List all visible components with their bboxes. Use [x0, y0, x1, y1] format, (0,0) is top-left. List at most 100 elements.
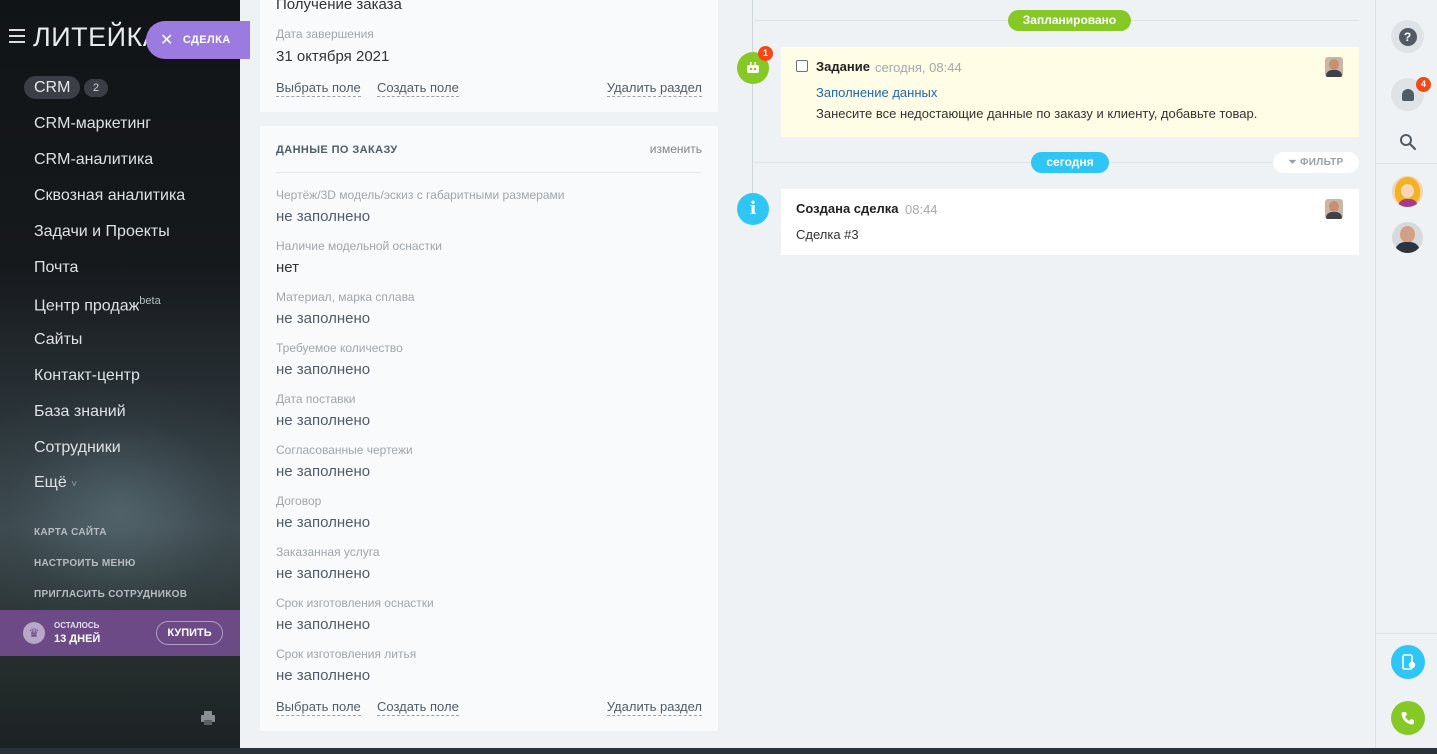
crm-counter-badge: 2: [84, 79, 108, 97]
choose-field-link[interactable]: Выбрать поле: [276, 80, 361, 97]
menu-burger-icon[interactable]: [9, 29, 25, 43]
right-sidebar: [1375, 0, 1437, 748]
company-logo[interactable]: ЛИТЕЙКА: [33, 22, 161, 53]
close-icon: ✕: [160, 32, 174, 49]
avatar[interactable]: [1392, 176, 1423, 207]
field-label: Заказанная услуга: [276, 545, 380, 559]
field-label: Дата завершения: [276, 27, 374, 41]
field-value[interactable]: не заполнено: [276, 616, 370, 633]
divider: [276, 172, 702, 173]
sidebar-item-contact-center[interactable]: Контакт-центр: [34, 367, 140, 385]
open-lines-button[interactable]: [1391, 645, 1425, 679]
task-title: Задание: [816, 59, 870, 74]
task-complete-checkbox[interactable]: [796, 60, 808, 72]
bottom-edge: [0, 748, 1437, 754]
chevron-down-icon: ˅: [71, 479, 78, 490]
edit-section-link[interactable]: изменить: [650, 142, 702, 156]
sidebar-item-sales-center[interactable]: Центр продажbeta: [34, 295, 161, 315]
sidebar-item-crm[interactable]: CRM: [24, 76, 81, 99]
planned-section-badge: Запланировано: [1008, 10, 1131, 31]
sidebar-item-end-to-end-analytics[interactable]: Сквозная аналитика: [34, 187, 185, 205]
field-label: Требуемое количество: [276, 341, 403, 355]
field-label: Дата поставки: [276, 392, 356, 406]
deal-detail-area: Получение заказа Дата завершения 31 октя…: [240, 0, 1375, 748]
field-value[interactable]: 31 октября 2021: [276, 48, 389, 65]
field-value[interactable]: не заполнено: [276, 514, 370, 531]
sidebar-item-mail[interactable]: Почта: [34, 259, 78, 277]
today-section-badge: сегодня: [1031, 152, 1109, 173]
field-label: Договор: [276, 494, 322, 508]
field-value[interactable]: не заполнено: [276, 310, 370, 327]
help-button[interactable]: ?: [1391, 20, 1424, 53]
close-deal-button[interactable]: ✕ СДЕЛКА: [146, 21, 250, 59]
sidebar-item-crm-analytics[interactable]: CRM-аналитика: [34, 151, 153, 169]
field-value[interactable]: не заполнено: [276, 565, 370, 582]
notifications-counter: 4: [1416, 77, 1431, 92]
trial-banner: ♛ ОСТАЛОСЬ 13 ДНЕЙ КУПИТЬ: [0, 610, 240, 656]
event-subtitle: Сделка #3: [796, 227, 859, 242]
field-label: Чертёж/3D модель/эскиз с габаритными раз…: [276, 188, 565, 202]
deal-created-card: Создана сделка 08:44 Сделка #3: [781, 189, 1359, 255]
sidebar-item-tasks[interactable]: Задачи и Проекты: [34, 223, 170, 241]
phone-icon: [1401, 712, 1414, 725]
section-card-top: Получение заказа Дата завершения 31 октя…: [260, 0, 718, 112]
sidebar-item-label: Центр продаж: [34, 297, 140, 315]
info-icon: i: [737, 193, 769, 225]
sidebar-item-sites[interactable]: Сайты: [34, 331, 82, 349]
timeline-line: [752, 0, 753, 215]
printer-icon[interactable]: [200, 710, 216, 726]
left-sidebar: ЛИТЕЙКА CRM 2 CRM-маркетинг CRM-аналитик…: [0, 0, 240, 754]
sidebar-item-label: Ещё: [34, 474, 67, 491]
crown-icon: ♛: [23, 622, 45, 644]
trial-days-left: 13 ДНЕЙ: [54, 633, 101, 645]
field-label: Материал, марка сплава: [276, 290, 415, 304]
buy-button[interactable]: КУПИТЬ: [156, 621, 223, 645]
call-button[interactable]: [1391, 701, 1425, 735]
field-value[interactable]: не заполнено: [276, 412, 370, 429]
field-label: Наличие модельной оснастки: [276, 239, 442, 253]
sidebar-item-employees[interactable]: Сотрудники: [34, 439, 121, 457]
sidebar-item-crm-marketing[interactable]: CRM-маркетинг: [34, 115, 151, 133]
create-field-link[interactable]: Создать поле: [377, 80, 459, 97]
task-card: Задание сегодня, 08:44 Заполнение данных…: [781, 47, 1359, 137]
avatar[interactable]: [1392, 222, 1423, 253]
event-title: Создана сделка: [796, 201, 899, 216]
field-value: Получение заказа: [276, 0, 402, 13]
field-value[interactable]: не заполнено: [276, 361, 370, 378]
divider: [1375, 163, 1437, 164]
field-label: Срок изготовления оснастки: [276, 596, 434, 610]
section-title: ДАННЫЕ ПО ЗАКАЗУ: [276, 144, 398, 156]
sitemap-link[interactable]: КАРТА САЙТА: [34, 527, 107, 538]
search-icon[interactable]: [1399, 133, 1417, 151]
deal-pill-label: СДЕЛКА: [182, 34, 231, 46]
delete-section-link[interactable]: Удалить раздел: [606, 80, 702, 97]
create-field-link[interactable]: Создать поле: [377, 699, 459, 716]
task-counter-badge: 1: [758, 46, 773, 61]
choose-field-link[interactable]: Выбрать поле: [276, 699, 361, 716]
filter-button[interactable]: ⏷ ФИЛЬТР: [1273, 152, 1359, 173]
field-value[interactable]: не заполнено: [276, 667, 370, 684]
avatar[interactable]: [1325, 199, 1343, 219]
sidebar-item-knowledge-base[interactable]: База знаний: [34, 403, 126, 421]
task-link[interactable]: Заполнение данных: [816, 85, 937, 100]
phone-chat-icon: [1402, 654, 1416, 670]
trial-remaining-label: ОСТАЛОСЬ: [54, 621, 100, 630]
sidebar-item-more[interactable]: Ещё ˅: [34, 474, 77, 492]
field-value[interactable]: нет: [276, 259, 299, 276]
invite-employees-link[interactable]: ПРИГЛАСИТЬ СОТРУДНИКОВ: [34, 589, 187, 600]
field-value[interactable]: не заполнено: [276, 208, 370, 225]
task-time: сегодня, 08:44: [875, 60, 962, 75]
field-label: Согласованные чертежи: [276, 443, 413, 457]
configure-menu-link[interactable]: НАСТРОИТЬ МЕНЮ: [34, 558, 136, 569]
event-time: 08:44: [905, 202, 938, 217]
order-data-section: ДАННЫЕ ПО ЗАКАЗУ изменить Чертёж/3D моде…: [260, 126, 718, 731]
filter-icon: ⏷: [1288, 157, 1297, 168]
avatar[interactable]: [1325, 57, 1343, 77]
beta-label: beta: [139, 295, 161, 307]
filter-label: ФИЛЬТР: [1299, 157, 1344, 168]
divider: [1375, 633, 1437, 634]
field-value[interactable]: не заполнено: [276, 463, 370, 480]
bell-icon: [1401, 88, 1414, 101]
delete-section-link[interactable]: Удалить раздел: [606, 699, 702, 716]
field-label: Срок изготовления литья: [276, 647, 417, 661]
